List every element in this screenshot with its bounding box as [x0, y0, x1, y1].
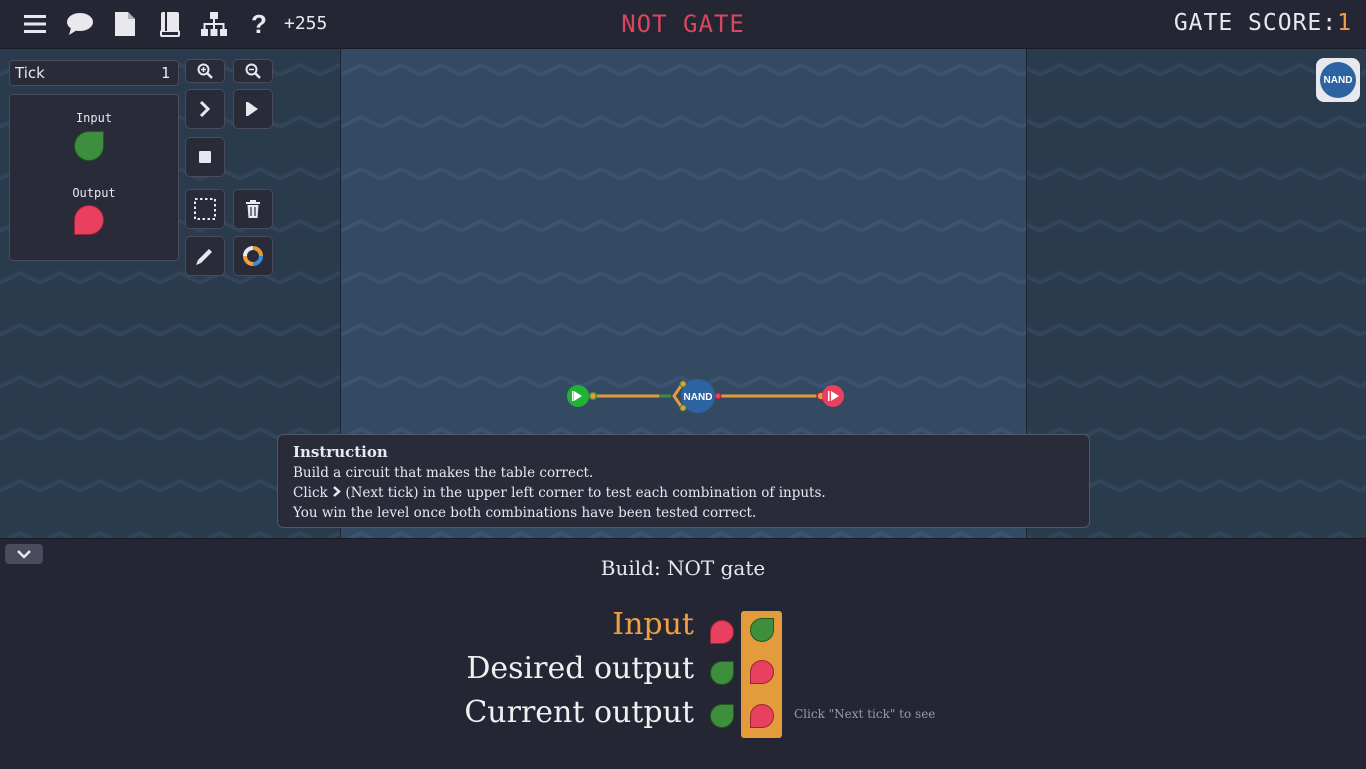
io-palette: Input Output: [9, 94, 179, 261]
instruction-line-2-suffix: (Next tick) in the upper left corner to …: [345, 485, 826, 501]
instruction-line-3: You win the level once both combinations…: [293, 505, 757, 521]
output-label: Output: [72, 186, 116, 200]
input-component[interactable]: [74, 131, 104, 161]
input-value-2: [750, 618, 774, 642]
gate-score-label: GATE SCORE:: [1173, 10, 1338, 36]
nand-palette-item[interactable]: NAND: [1316, 58, 1360, 102]
pencil-icon: [196, 249, 212, 265]
instruction-line-2-prefix: Click: [293, 485, 328, 501]
tick-value: 1: [160, 64, 170, 82]
tick-label: Tick: [15, 64, 45, 82]
zoom-out-icon: [245, 63, 261, 79]
desired-output-value-2: [750, 660, 774, 684]
level-title: NOT GATE: [621, 10, 745, 38]
run-button[interactable]: [233, 89, 273, 129]
trash-icon: [246, 200, 260, 218]
selection-icon: [194, 198, 216, 220]
next-tick-button[interactable]: [185, 89, 225, 129]
instruction-box: Instruction Build a circuit that makes t…: [277, 434, 1090, 528]
instruction-title: Instruction: [293, 443, 388, 461]
color-wheel-icon: [243, 246, 263, 266]
next-tick-hint: Click "Next tick" to see: [794, 707, 936, 721]
nand-gate-label: NAND: [684, 392, 713, 403]
select-button[interactable]: [185, 189, 225, 229]
gate-score: GATE SCORE:1: [1174, 10, 1352, 36]
instruction-line-1: Build a circuit that makes the table cor…: [293, 465, 594, 481]
build-title: Build: NOT gate: [600, 556, 766, 580]
output-component[interactable]: [74, 205, 104, 235]
delete-button[interactable]: [233, 189, 273, 229]
input-value-1: [710, 620, 734, 644]
chevron-right-icon: [199, 101, 211, 117]
desired-output-row-label: Desired output: [466, 651, 694, 686]
instruction-line-2: Click (Next tick) in the upper left corn…: [293, 485, 826, 501]
zoom-in-icon: [197, 63, 213, 79]
zoom-out-button[interactable]: [233, 59, 273, 83]
input-label: Input: [75, 111, 113, 125]
gate-score-value: 1: [1337, 10, 1352, 36]
current-output-value-1: [710, 704, 734, 728]
truth-table-panel: Build: NOT gate Input Desired output Cur…: [0, 538, 1366, 769]
stop-button[interactable]: [185, 137, 225, 177]
play-icon: [246, 102, 258, 116]
zoom-in-button[interactable]: [185, 59, 225, 83]
current-output-value-2: [750, 704, 774, 728]
desired-output-value-1: [710, 661, 734, 685]
tick-counter: Tick 1: [9, 60, 179, 86]
current-output-row-label: Current output: [464, 695, 694, 730]
input-row-label: Input: [612, 607, 694, 642]
chevron-right-icon: [333, 486, 341, 497]
color-button[interactable]: [233, 236, 273, 276]
top-bar: ? +255 NOT GATE GATE SCORE:1: [0, 0, 1366, 49]
draw-button[interactable]: [185, 236, 225, 276]
stop-icon: [199, 151, 211, 163]
nand-palette-label: NAND: [1320, 62, 1356, 98]
